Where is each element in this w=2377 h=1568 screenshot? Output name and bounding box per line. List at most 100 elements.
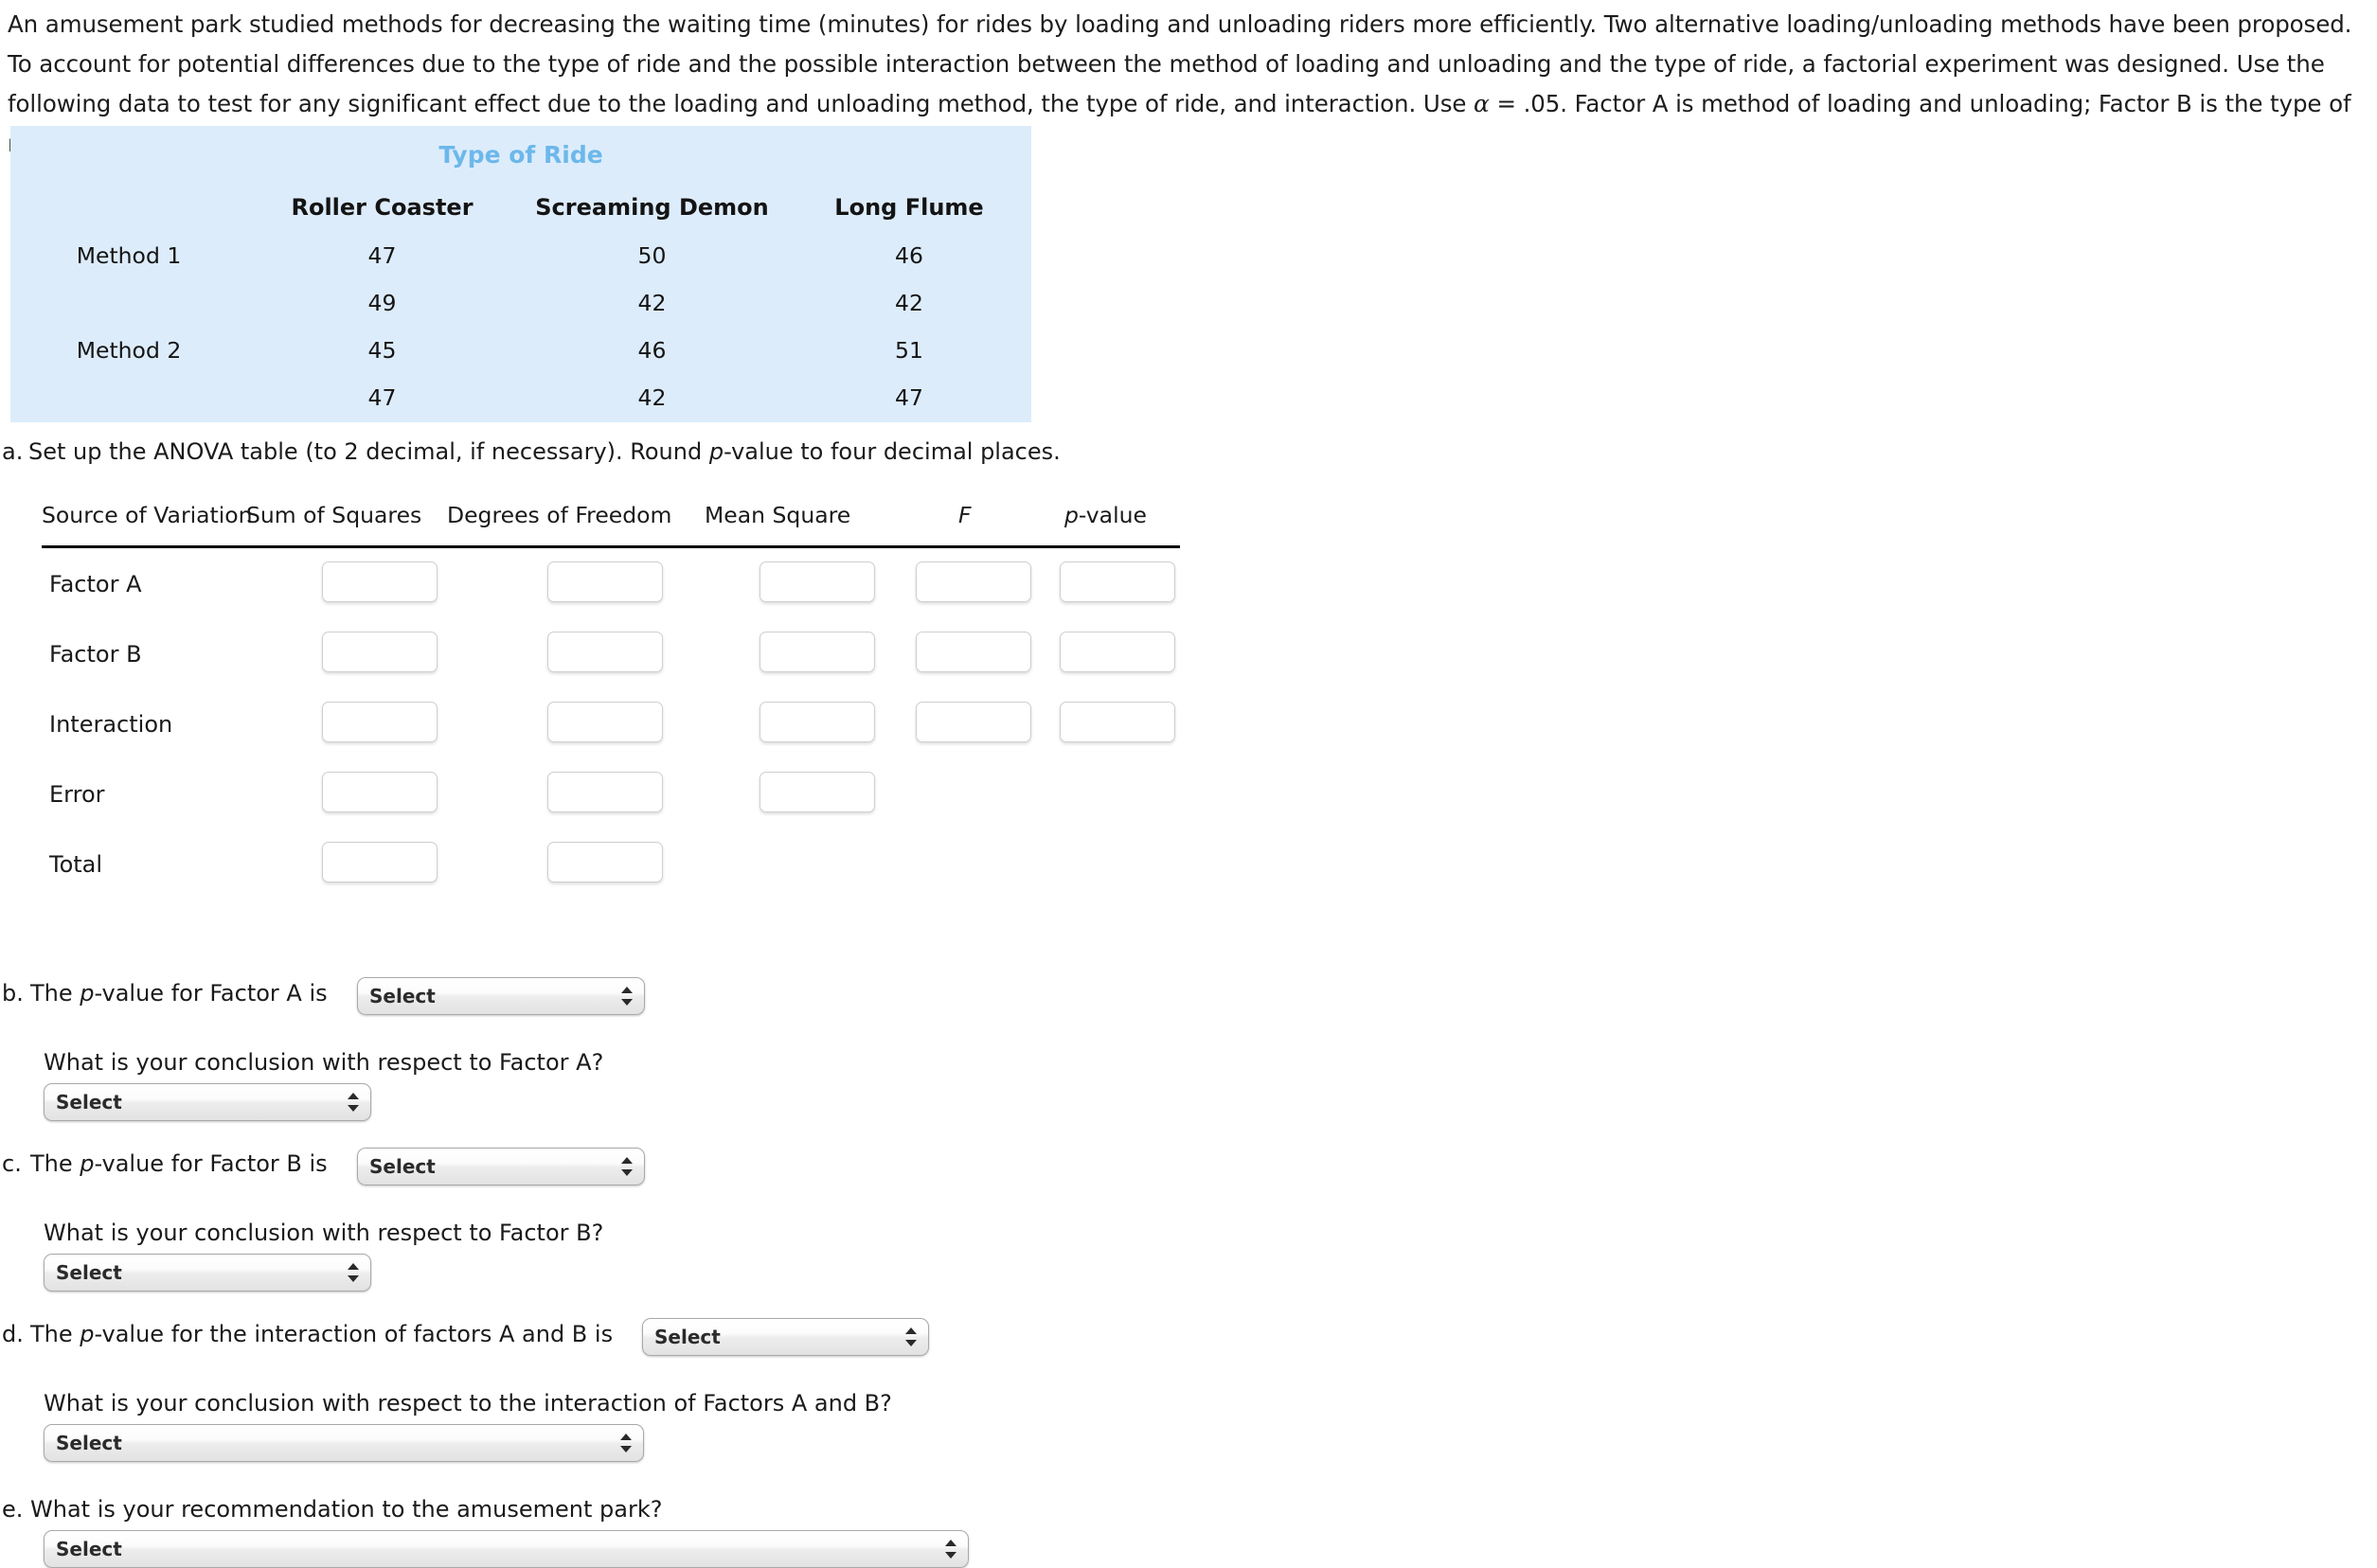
experiment-data-table: Roller Coaster Screaming Demon Long Flum… [10,183,1031,421]
select-part-d-conclusion[interactable]: Select [44,1424,644,1462]
input-interaction-f[interactable] [916,702,1031,742]
anova-table-header: Source of Variation Sum of Squares Degre… [42,502,1180,548]
data-table-row: Method 2 45 46 51 [10,327,1031,374]
select-part-d-conclusion-label: Select [56,1432,122,1454]
select-part-c-p-value[interactable]: Select [357,1148,645,1185]
part-e-question: e. What is your recommendation to the amu… [2,1496,663,1523]
row-label-blank [10,279,247,327]
part-d-text-before: The [30,1321,80,1347]
part-d-text-after: -value for the interaction of factors A … [94,1321,614,1347]
data-table-title: Type of Ride [438,141,603,169]
data-table-row: 47 42 47 [10,374,1031,421]
data-table-header-row: Roller Coaster Screaming Demon Long Flum… [10,183,1031,232]
data-table-row: Method 1 47 50 46 [10,232,1031,279]
part-c-marker: c. [2,1150,22,1177]
anova-row-total: Total [42,829,1180,899]
input-factor-a-p-value[interactable] [1060,561,1175,602]
column-header-roller-coaster: Roller Coaster [291,194,474,221]
input-factor-a-degrees-of-freedom[interactable] [547,561,663,602]
anova-row-factor-a: Factor A [42,548,1180,618]
chevron-updown-icon [905,1326,918,1348]
part-b-question: b. The p-value for Factor A is [2,980,328,1007]
anova-header-sum-of-squares: Sum of Squares [246,502,422,528]
select-part-d-p-value[interactable]: Select [642,1318,929,1356]
data-cell: 49 [367,290,397,316]
select-part-b-conclusion-label: Select [56,1091,122,1114]
data-table-row: 49 42 42 [10,279,1031,327]
input-factor-a-sum-of-squares[interactable] [322,561,438,602]
anova-table: Source of Variation Sum of Squares Degre… [42,502,1180,899]
part-b-conclusion-question: What is your conclusion with respect to … [44,1049,604,1076]
chevron-updown-icon [620,1432,633,1454]
data-cell: 45 [367,337,397,364]
part-c-text-after: -value for Factor B is [94,1150,328,1177]
anova-header-p-value: p -value [1064,502,1147,528]
anova-row-error: Error [42,758,1180,829]
anova-header-f: F [958,502,972,528]
input-interaction-mean-square[interactable] [760,702,875,742]
chevron-updown-icon [348,1261,360,1284]
p-italic: p [1064,502,1079,528]
input-interaction-degrees-of-freedom[interactable] [547,702,663,742]
anova-row-factor-b: Factor B [42,618,1180,688]
data-cell: 47 [367,384,397,411]
part-b-text-before: The [30,980,80,1007]
anova-row-label-error: Error [49,781,105,808]
anova-header-mean-square: Mean Square [705,502,851,528]
anova-header-degrees-of-freedom: Degrees of Freedom [447,502,672,528]
input-error-sum-of-squares[interactable] [322,772,438,812]
part-a-marker: a. [2,438,24,465]
input-factor-b-p-value[interactable] [1060,632,1175,672]
input-interaction-p-value[interactable] [1060,702,1175,742]
p-italic: p [80,1150,95,1177]
chevron-updown-icon [621,985,634,1007]
part-b-marker: b. [2,980,24,1007]
data-cell: 50 [637,242,667,269]
input-factor-a-mean-square[interactable] [760,561,875,602]
input-factor-b-degrees-of-freedom[interactable] [547,632,663,672]
input-error-degrees-of-freedom[interactable] [547,772,663,812]
anova-row-label-factor-a: Factor A [49,571,142,597]
data-table-corner-cell [10,183,247,232]
anova-row-label-total: Total [49,851,103,878]
data-cell: 42 [895,290,923,316]
chevron-updown-icon [621,1155,634,1178]
anova-row-label-interaction: Interaction [49,711,173,738]
data-cell: 46 [637,337,667,364]
input-total-degrees-of-freedom[interactable] [547,842,663,882]
part-a-text-before: Set up the ANOVA table (to 2 decimal, if… [28,438,709,465]
input-error-mean-square[interactable] [760,772,875,812]
part-c-question: c. The p-value for Factor B is [2,1150,328,1177]
part-d-marker: d. [2,1321,24,1347]
part-d-question: d. The p-value for the interaction of fac… [2,1321,613,1347]
data-cell: 47 [895,384,923,411]
chevron-updown-icon [348,1091,360,1114]
input-factor-b-f[interactable] [916,632,1031,672]
chevron-updown-icon [945,1538,957,1560]
part-d-conclusion-question: What is your conclusion with respect to … [44,1390,892,1417]
input-total-sum-of-squares[interactable] [322,842,438,882]
part-a-instruction: a. Set up the ANOVA table (to 2 decimal, … [2,438,1061,465]
input-factor-a-f[interactable] [916,561,1031,602]
input-interaction-sum-of-squares[interactable] [322,702,438,742]
select-part-e-recommendation[interactable]: Select [44,1530,969,1568]
alpha-symbol: α [1474,90,1490,117]
part-e-question-text: What is your recommendation to the amuse… [30,1496,663,1523]
data-cell: 42 [637,384,667,411]
select-part-b-p-value[interactable]: Select [357,977,645,1015]
row-label-blank [10,374,247,421]
part-c-text-before: The [30,1150,80,1177]
anova-row-label-factor-b: Factor B [49,641,142,668]
select-part-c-conclusion[interactable]: Select [44,1254,371,1292]
part-e-marker: e. [2,1496,24,1523]
input-factor-b-sum-of-squares[interactable] [322,632,438,672]
part-b-text-after: -value for Factor A is [94,980,328,1007]
data-cell: 51 [895,337,923,364]
part-a-text-after: -value to four decimal places. [724,438,1061,465]
data-cell: 46 [895,242,923,269]
select-part-c-conclusion-label: Select [56,1261,122,1284]
select-part-b-conclusion[interactable]: Select [44,1083,371,1121]
anova-row-interaction: Interaction [42,688,1180,758]
input-factor-b-mean-square[interactable] [760,632,875,672]
p-italic: p [80,980,95,1007]
